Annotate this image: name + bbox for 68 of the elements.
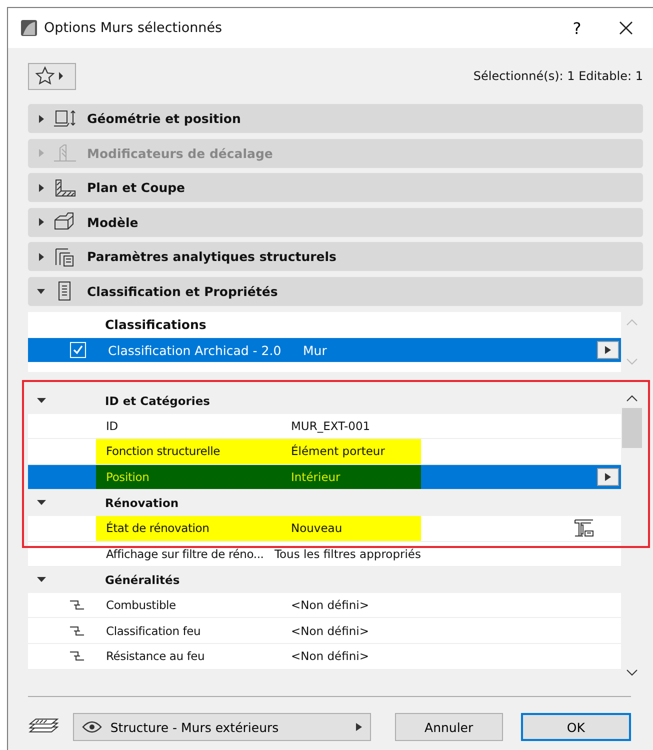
property-value: Élément porteur <box>291 444 385 458</box>
property-label: État de rénovation <box>105 521 210 536</box>
property-value: <Non défini> <box>291 649 369 664</box>
scroll-up-icon[interactable] <box>626 394 638 402</box>
checkbox[interactable] <box>70 342 86 358</box>
window-title: Options Murs sélectionnés <box>44 20 224 36</box>
property-value: Tous les filtres appropriés <box>274 546 421 561</box>
link-icon <box>69 626 85 636</box>
hatched-corner-icon <box>53 178 77 198</box>
property-label: Position <box>105 470 150 484</box>
cancel-button[interactable]: Annuler <box>394 713 503 741</box>
property-row[interactable]: État de rénovation Nouveau <box>28 516 621 542</box>
property-label: Combustible <box>105 598 177 612</box>
property-value: Intérieur <box>291 470 340 484</box>
panel-header[interactable]: Géométrie et position <box>28 104 643 133</box>
close-icon <box>619 21 633 35</box>
property-label: Fonction structurelle <box>105 444 221 458</box>
caret-icon <box>605 473 611 482</box>
expand-icon <box>37 114 45 122</box>
caret-icon <box>356 723 362 731</box>
property-label: Affichage sur filtre de réno... <box>105 546 265 561</box>
classification-value: Mur <box>303 342 328 358</box>
property-row[interactable]: ID MUR_EXT-001 <box>28 414 621 440</box>
property-label: Résistance au feu <box>105 649 206 664</box>
property-value: <Non défini> <box>291 624 369 638</box>
link-icon <box>69 651 85 662</box>
collapse-icon <box>37 398 46 404</box>
scroll-down-icon[interactable] <box>626 669 638 677</box>
collapse-icon <box>37 287 45 295</box>
link-icon <box>69 600 85 610</box>
dropdown-button[interactable] <box>597 341 619 359</box>
checkmark-icon <box>72 344 84 356</box>
property-label: ID <box>105 418 119 433</box>
property-label: Classification feu <box>105 624 202 638</box>
expand-icon <box>37 149 45 157</box>
property-row[interactable]: Classification feu <Non défini> <box>28 618 621 644</box>
property-value: Nouveau <box>291 521 342 536</box>
caret-icon <box>605 346 611 354</box>
property-value: <Non défini> <box>291 598 369 612</box>
expand-icon <box>37 252 45 260</box>
selection-count: Sélectionné(s): 1 Editable: 1 <box>473 69 643 83</box>
expand-icon <box>37 218 45 226</box>
collapse-icon <box>37 576 46 583</box>
scrollbar-thumb[interactable] <box>622 408 642 448</box>
app-logo-icon <box>21 20 37 36</box>
classification-row[interactable]: Classification Archicad - 2.0 Mur <box>28 338 621 362</box>
collapse-icon <box>37 500 46 506</box>
dropdown-button[interactable] <box>597 468 619 486</box>
property-row[interactable]: Position Intérieur <box>28 464 621 490</box>
ok-button[interactable]: OK <box>520 713 631 741</box>
property-row[interactable]: Combustible <Non défini> <box>28 592 621 618</box>
property-value: MUR_EXT-001 <box>291 418 370 433</box>
view-dropdown[interactable]: Structure - Murs extérieurs <box>73 713 371 741</box>
renovation-icon <box>573 517 595 540</box>
property-row[interactable]: Fonction structurelle Élément porteur <box>28 439 621 465</box>
classification-system: Classification Archicad - 2.0 <box>108 342 282 358</box>
property-row[interactable]: Résistance au feu <Non défini> <box>28 644 621 670</box>
panel-header[interactable]: Plan et Coupe <box>28 173 643 202</box>
column-icon <box>53 143 77 163</box>
box-arrows-icon <box>53 108 77 128</box>
favorites-button[interactable] <box>28 62 76 90</box>
help-button[interactable]: ? <box>555 8 599 48</box>
expand-icon <box>37 184 45 192</box>
panel-header[interactable]: Classification et Propriétés <box>28 276 643 306</box>
panel-header[interactable]: Paramètres analytiques structurels <box>28 242 643 271</box>
column-header: Classifications <box>104 316 208 334</box>
eye-icon <box>82 721 102 733</box>
panel-header[interactable]: Modèle <box>28 208 643 236</box>
